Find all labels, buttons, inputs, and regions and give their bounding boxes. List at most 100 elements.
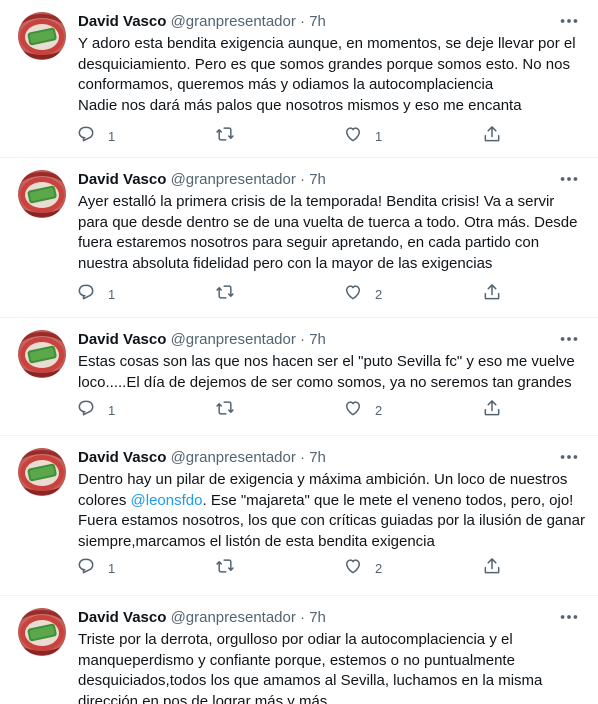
- reply-count: 1: [108, 128, 116, 144]
- avatar[interactable]: [18, 608, 66, 656]
- retweet-icon: [215, 398, 235, 423]
- reply-icon: [76, 398, 96, 423]
- timestamp[interactable]: 7h: [309, 13, 326, 30]
- text-line: dirección en pos de lograr más y más: [78, 692, 328, 704]
- timestamp[interactable]: 7h: [309, 331, 326, 348]
- more-icon[interactable]: [558, 446, 580, 468]
- tweet[interactable]: David Vasco @granpresentador · 7h Triste…: [0, 596, 598, 704]
- reply-button[interactable]: 1: [76, 556, 115, 580]
- tweet-header: David Vasco @granpresentador · 7h: [78, 170, 326, 190]
- action-bar: 1 2: [72, 398, 512, 422]
- separator: ·: [300, 13, 306, 30]
- reply-icon: [76, 556, 96, 581]
- more-icon[interactable]: [558, 328, 580, 350]
- tweet-feed: David Vasco @granpresentador · 7h Y ador…: [0, 0, 598, 704]
- tweet-text: Triste por la derrota, orgulloso por odi…: [78, 630, 578, 704]
- mention-link[interactable]: @leonsfdo: [131, 492, 203, 509]
- text-line: desquiciamiento. Pero es que somos grand…: [78, 55, 570, 73]
- text-line: Estas cosas son las que nos hacen ser el…: [78, 353, 575, 370]
- tweet-header: David Vasco @granpresentador · 7h: [78, 608, 326, 628]
- share-button[interactable]: [482, 556, 502, 580]
- text-line: siempre,marcamos el listón de esta bendi…: [78, 532, 435, 550]
- text-line: Nadie nos dará más palos que nosotros mi…: [78, 96, 522, 114]
- reply-count: 1: [108, 402, 116, 418]
- like-button[interactable]: 1: [343, 124, 382, 148]
- author-name[interactable]: David Vasco: [78, 609, 166, 626]
- like-count: 1: [375, 128, 383, 144]
- author-handle[interactable]: @granpresentador: [171, 13, 296, 30]
- avatar[interactable]: [18, 448, 66, 496]
- tweet[interactable]: David Vasco @granpresentador · 7h Ayer e…: [0, 158, 598, 318]
- reply-button[interactable]: 1: [76, 282, 115, 306]
- like-button[interactable]: 2: [343, 398, 382, 422]
- share-icon: [482, 398, 502, 423]
- action-bar: 1 1: [72, 124, 512, 148]
- avatar[interactable]: [18, 330, 66, 378]
- author-handle[interactable]: @granpresentador: [171, 609, 296, 626]
- tweet-header: David Vasco @granpresentador · 7h: [78, 330, 326, 350]
- reply-icon: [76, 282, 96, 307]
- reply-count: 1: [108, 560, 116, 576]
- share-icon: [482, 282, 502, 307]
- author-handle[interactable]: @granpresentador: [171, 331, 296, 348]
- text-line: Ayer estalló la primera crisis de la tem…: [78, 193, 555, 210]
- author-handle[interactable]: @granpresentador: [171, 171, 296, 188]
- text-line: loco.....El día de dejemos de ser como s…: [78, 373, 572, 391]
- retweet-icon: [215, 556, 235, 581]
- text-line: Dentro hay un pilar de exigencia y máxim…: [78, 471, 568, 488]
- like-button[interactable]: 2: [343, 282, 382, 306]
- more-icon[interactable]: [558, 606, 580, 628]
- heart-icon: [343, 398, 363, 423]
- reply-icon: [76, 124, 96, 149]
- tweet-text: Y adoro esta bendita exigencia aunque, e…: [78, 34, 578, 116]
- reply-button[interactable]: 1: [76, 124, 115, 148]
- more-icon[interactable]: [558, 168, 580, 190]
- text-fragment: colores: [78, 491, 131, 509]
- author-name[interactable]: David Vasco: [78, 13, 166, 30]
- author-name[interactable]: David Vasco: [78, 449, 166, 466]
- avatar[interactable]: [18, 12, 66, 60]
- tweet[interactable]: David Vasco @granpresentador · 7h Estas …: [0, 318, 598, 436]
- share-icon: [482, 124, 502, 149]
- text-line: conformamos, queremos más y odiamos la a…: [78, 76, 494, 93]
- text-line: Triste por la derrota, orgulloso por odi…: [78, 631, 513, 648]
- action-bar: 1 2: [72, 556, 512, 580]
- retweet-button[interactable]: [215, 124, 247, 148]
- retweet-button[interactable]: [215, 556, 247, 580]
- heart-icon: [343, 124, 363, 149]
- separator: ·: [300, 171, 306, 188]
- heart-icon: [343, 556, 363, 581]
- share-button[interactable]: [482, 282, 502, 306]
- text-line: Y adoro esta bendita exigencia aunque, e…: [78, 35, 576, 52]
- separator: ·: [300, 331, 306, 348]
- text-line: para que desde dentro se de una vuelta d…: [78, 213, 578, 231]
- author-name[interactable]: David Vasco: [78, 331, 166, 348]
- avatar[interactable]: [18, 170, 66, 218]
- more-icon[interactable]: [558, 10, 580, 32]
- timestamp[interactable]: 7h: [309, 449, 326, 466]
- tweet[interactable]: David Vasco @granpresentador · 7h Y ador…: [0, 0, 598, 158]
- reply-button[interactable]: 1: [76, 398, 115, 422]
- tweet-header: David Vasco @granpresentador · 7h: [78, 448, 326, 468]
- reply-count: 1: [108, 286, 116, 302]
- heart-icon: [343, 282, 363, 307]
- retweet-button[interactable]: [215, 282, 247, 306]
- text-line: manqueperdismo y confiante porque, estem…: [78, 651, 515, 669]
- tweet[interactable]: David Vasco @granpresentador · 7h Dentro…: [0, 436, 598, 596]
- timestamp[interactable]: 7h: [309, 609, 326, 626]
- retweet-button[interactable]: [215, 398, 247, 422]
- share-button[interactable]: [482, 124, 502, 148]
- author-handle[interactable]: @granpresentador: [171, 449, 296, 466]
- tweet-header: David Vasco @granpresentador · 7h: [78, 12, 326, 32]
- separator: ·: [300, 609, 306, 626]
- timestamp[interactable]: 7h: [309, 171, 326, 188]
- like-count: 2: [375, 402, 383, 418]
- text-line: nuestra absoluta fidelidad pero con la m…: [78, 254, 493, 272]
- share-button[interactable]: [482, 398, 502, 422]
- author-name[interactable]: David Vasco: [78, 171, 166, 188]
- action-bar: 1 2: [72, 282, 512, 306]
- tweet-text: Ayer estalló la primera crisis de la tem…: [78, 192, 578, 274]
- like-button[interactable]: 2: [343, 556, 382, 580]
- tweet-text: Dentro hay un pilar de exigencia y máxim…: [78, 470, 585, 552]
- like-count: 2: [375, 560, 383, 576]
